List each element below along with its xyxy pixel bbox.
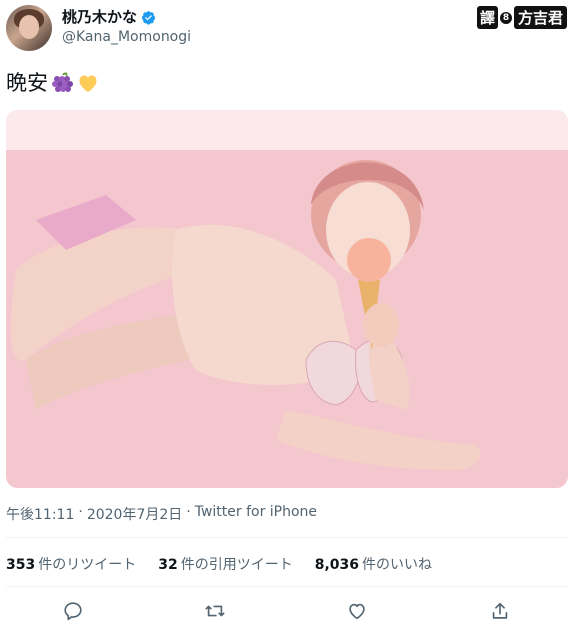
share-button[interactable] [485, 596, 515, 626]
tweet-source[interactable]: Twitter for iPhone [195, 504, 317, 524]
tweet-text-body: 晩安 [6, 71, 48, 95]
avatar-face [19, 15, 39, 39]
likes-count: 8,036 [314, 557, 360, 573]
quotes-count: 32 [158, 557, 178, 573]
retweets-label: 件のリツイート [38, 557, 137, 573]
divider [6, 586, 568, 587]
divider [6, 537, 568, 538]
like-button[interactable] [342, 596, 372, 626]
meta-separator: · [78, 504, 83, 520]
avatar[interactable] [6, 5, 52, 51]
tweet-stats: 353 件のリツイート 32 件の引用ツイート 8,036 件のいいね [6, 554, 432, 574]
watermark: 譯 8 方吉君 [476, 6, 567, 29]
photo-illustration [6, 110, 568, 488]
author-name-row: 桃乃木かな [62, 8, 156, 27]
tweet-text: 晩安 [6, 70, 100, 96]
verified-badge-icon [141, 11, 156, 25]
retweet-button[interactable] [200, 596, 230, 626]
retweets-count: 353 [6, 557, 36, 573]
retweet-icon [205, 605, 225, 617]
tweet-actions [0, 596, 573, 626]
retweets-stat[interactable]: 353 件のリツイート [6, 554, 136, 574]
share-icon [492, 602, 508, 619]
reply-icon [64, 602, 82, 621]
tweet-photo[interactable] [6, 110, 568, 488]
quotes-stat[interactable]: 32 件の引用ツイート [158, 554, 292, 574]
author-handle[interactable]: @Kana_Momonogi [62, 29, 191, 45]
meta-separator: · [186, 504, 191, 520]
grapes-icon [52, 72, 73, 92]
likes-stat[interactable]: 8,036 件のいいね [315, 554, 432, 574]
quotes-label: 件の引用ツイート [180, 557, 293, 573]
watermark-part1: 譯 [476, 6, 498, 29]
like-icon [349, 603, 365, 620]
likes-label: 件のいいね [362, 557, 433, 573]
tweet-time[interactable]: 午後11:11 [6, 504, 74, 524]
watermark-part3: 方吉君 [513, 6, 567, 29]
watermark-part2: 8 [499, 11, 512, 24]
yellow-heart-icon [79, 75, 97, 92]
reply-button[interactable] [58, 596, 88, 626]
tweet-date[interactable]: 2020年7月2日 [87, 504, 182, 524]
tweet-meta: 午後11:11 · 2020年7月2日 · Twitter for iPhone [6, 504, 317, 524]
author-name[interactable]: 桃乃木かな [62, 8, 137, 27]
